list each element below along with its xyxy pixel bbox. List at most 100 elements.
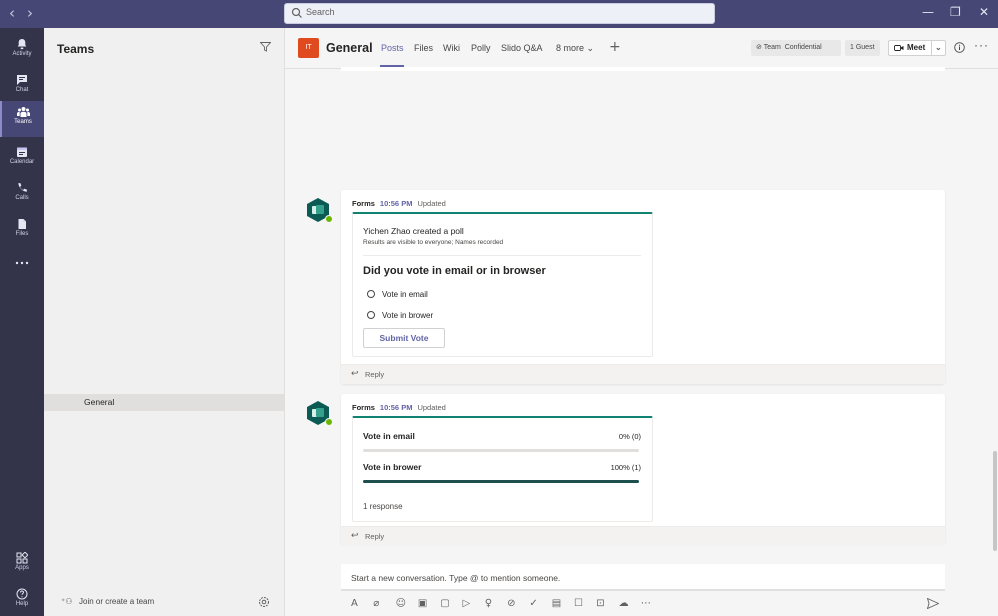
tab-polly[interactable]: Polly	[471, 43, 491, 53]
radio-icon[interactable]	[367, 290, 375, 298]
rail-calls[interactable]: Calls	[0, 177, 44, 211]
scrollbar-thumb[interactable]	[993, 451, 997, 551]
tab-slido[interactable]: Slido Q&A	[501, 43, 543, 53]
forms-avatar[interactable]	[305, 197, 333, 223]
compose-toolbar: A ⌀ ☺ ▣ ▢ ▷ ♀ ⊘ ✓ ▤ ☐ ⊡ ☁ ⋯	[341, 594, 945, 614]
gif-icon[interactable]: ▣	[418, 598, 430, 610]
poll-card: Yichen Zhao created a poll Results are v…	[352, 212, 653, 357]
more-options-icon[interactable]: ⋯	[641, 598, 653, 610]
title-bar: ‹ › Search — ❐ ✕	[0, 0, 998, 28]
praise-icon[interactable]: ♀	[485, 598, 497, 610]
rail-activity[interactable]: Activity	[0, 33, 44, 67]
rail-calendar[interactable]: Calendar	[0, 141, 44, 175]
minimize-button[interactable]: —	[922, 5, 934, 19]
meet-button[interactable]: Meet ⌄	[888, 40, 946, 56]
chevron-down-icon[interactable]: ⌄	[935, 41, 942, 55]
more-icon	[15, 261, 29, 265]
join-create-team-button[interactable]: ⁺⚇ Join or create a team	[61, 597, 154, 606]
more-options-icon[interactable]: ···	[974, 38, 989, 52]
sender-name[interactable]: Forms	[352, 403, 375, 412]
help-icon	[16, 588, 28, 600]
compose-box[interactable]: Start a new conversation. Type @ to ment…	[341, 564, 945, 591]
format-icon[interactable]: A	[351, 598, 363, 610]
result-value: 100% (1)	[610, 463, 641, 472]
reply-bar[interactable]: ↩ Reply	[341, 364, 945, 384]
emoji-icon[interactable]: ☺	[396, 598, 408, 610]
share-screen-icon[interactable]: ⊡	[596, 598, 608, 610]
post-time: 10:56 PM	[379, 199, 413, 208]
apps-icon	[16, 552, 28, 564]
rail-teams[interactable]: Teams	[0, 101, 44, 137]
submit-vote-button[interactable]: Submit Vote	[363, 328, 445, 348]
sender-name[interactable]: Forms	[352, 199, 375, 208]
option-label: Vote in email	[382, 290, 428, 299]
tab-posts[interactable]: Posts	[381, 43, 404, 53]
sticker-icon[interactable]: ▢	[440, 598, 452, 610]
result-label: Vote in brower	[363, 462, 422, 472]
meet-now-icon[interactable]: ▷	[463, 598, 475, 610]
stream-icon[interactable]: ▤	[552, 598, 564, 610]
gear-icon[interactable]	[258, 596, 270, 608]
reply-bar[interactable]: ↩ Reply	[341, 526, 945, 546]
post-meta: Forms 10:56 PM Updated	[352, 199, 446, 208]
reply-icon: ↩	[351, 369, 359, 379]
poll-subtitle: Results are visible to everyone; Names r…	[363, 239, 504, 246]
team-icon: ⊘	[756, 44, 762, 51]
result-bar	[363, 449, 639, 452]
approvals-icon[interactable]: ⊘	[507, 598, 519, 610]
reply-icon: ↩	[351, 531, 359, 541]
presence-available-icon	[325, 418, 333, 426]
radio-icon[interactable]	[367, 311, 375, 319]
info-icon[interactable]	[954, 42, 965, 53]
rail-more[interactable]	[0, 253, 44, 273]
post-status: Updated	[417, 403, 446, 412]
poll-option-email[interactable]: Vote in email	[367, 290, 428, 299]
rail-label: Files	[15, 231, 29, 237]
rail-label: Apps	[15, 565, 29, 571]
rail-label: Calendar	[9, 159, 35, 165]
camera-icon	[894, 45, 904, 51]
guest-badge[interactable]: 1 Guest	[845, 40, 880, 56]
upload-icon[interactable]: ☁	[619, 598, 631, 610]
attach-icon[interactable]: ⌀	[373, 598, 385, 610]
restore-button[interactable]: ❐	[950, 5, 961, 19]
forms-icon[interactable]: ✓	[529, 598, 541, 610]
teams-icon	[16, 107, 30, 117]
teams-panel: Teams General ⁺⚇ Join or create a team	[44, 28, 285, 616]
confidential-label: Confidential	[784, 44, 822, 51]
previous-post-edge	[341, 67, 945, 71]
channel-item-general[interactable]: General	[44, 394, 285, 411]
rail-label: Activity	[12, 51, 32, 57]
calendar-icon	[17, 147, 27, 157]
rail-apps[interactable]: Apps	[0, 547, 44, 581]
back-arrow-icon[interactable]: ‹	[9, 5, 15, 21]
channel-label: General	[84, 397, 115, 407]
tab-wiki[interactable]: Wiki	[443, 43, 460, 53]
rail-chat[interactable]: Chat	[0, 69, 44, 103]
poll-option-browser[interactable]: Vote in brower	[367, 311, 433, 320]
rail-label: Teams	[14, 119, 32, 125]
reply-label: Reply	[365, 532, 385, 541]
rail-label: Chat	[15, 87, 29, 93]
search-icon	[291, 7, 302, 18]
filter-icon[interactable]	[260, 42, 271, 52]
tab-files[interactable]: Files	[414, 43, 433, 53]
result-label: Vote in email	[363, 431, 415, 441]
post-status: Updated	[417, 199, 446, 208]
rail-help[interactable]: Help	[0, 583, 44, 616]
tab-more[interactable]: 8 more ⌄	[556, 43, 594, 54]
forms-avatar[interactable]	[305, 400, 333, 426]
search-input[interactable]: Search	[284, 3, 715, 24]
rail-files[interactable]: Files	[0, 213, 44, 247]
phone-icon	[18, 183, 27, 192]
teams-title: Teams	[57, 42, 95, 56]
team-badge: ⊘ Team Confidential	[751, 40, 841, 56]
send-icon[interactable]	[927, 598, 939, 609]
poll-divider	[363, 255, 641, 256]
compose-placeholder: Start a new conversation. Type @ to ment…	[351, 573, 561, 583]
updates-icon[interactable]: ☐	[574, 598, 586, 610]
add-tab-button[interactable]: +	[609, 39, 621, 55]
rail-label: Help	[15, 601, 29, 607]
close-button[interactable]: ✕	[979, 5, 989, 19]
forward-arrow-icon[interactable]: ›	[27, 5, 33, 21]
